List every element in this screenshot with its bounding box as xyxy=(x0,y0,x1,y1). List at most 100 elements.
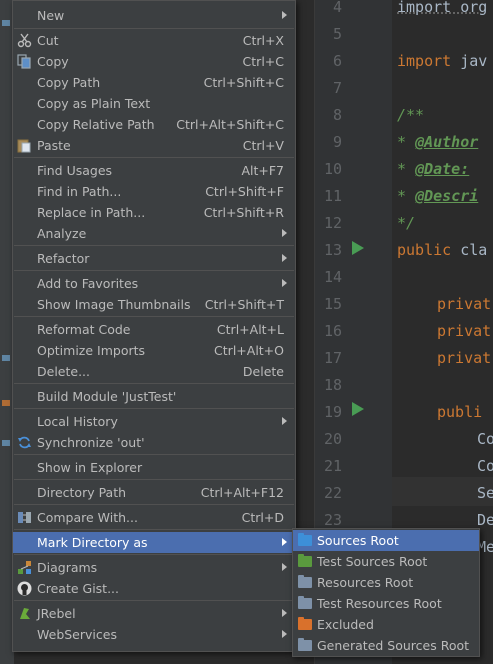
menu-item-diagrams[interactable]: Diagrams xyxy=(13,557,295,578)
tree-marker xyxy=(2,355,10,361)
menu-item-synchronize[interactable]: Synchronize 'out' xyxy=(13,432,295,453)
menu-item-label: Delete... xyxy=(37,364,90,379)
menu-item-show-in-explorer[interactable]: Show in Explorer xyxy=(13,457,295,478)
tree-marker xyxy=(2,20,10,26)
line-number: 5 xyxy=(332,25,342,43)
code-keyword: import xyxy=(397,52,452,70)
submenu-arrow-icon xyxy=(282,279,287,287)
menu-item-reformat-code[interactable]: Reformat Code Ctrl+Alt+L xyxy=(13,319,295,340)
menu-item-label: Copy Relative Path xyxy=(37,117,155,132)
menu-item-shortcut: Ctrl+Shift+C xyxy=(203,75,284,90)
menu-separator xyxy=(14,28,294,29)
menu-item-label: Reformat Code xyxy=(37,322,131,337)
menu-item-replace-in-path[interactable]: Replace in Path... Ctrl+Shift+R xyxy=(13,202,295,223)
menu-item-copy-relative-path[interactable]: Copy Relative Path Ctrl+Alt+Shift+C xyxy=(13,114,295,135)
tree-marker xyxy=(2,440,10,446)
menu-separator xyxy=(14,408,294,409)
menu-item-label: Replace in Path... xyxy=(37,205,146,220)
line-number: 12 xyxy=(323,214,342,232)
menu-item-paste[interactable]: Paste Ctrl+V xyxy=(13,135,295,156)
submenu-item-test-sources-root[interactable]: Test Sources Root xyxy=(293,551,479,572)
menu-item-shortcut: Ctrl+Shift+T xyxy=(204,297,284,312)
menu-item-refactor[interactable]: Refactor xyxy=(13,248,295,269)
menu-item-webservices[interactable]: WebServices xyxy=(13,624,295,645)
diagram-icon xyxy=(17,560,32,575)
submenu-item-generated-sources-root[interactable]: Generated Sources Root xyxy=(293,635,479,656)
submenu-item-label: Generated Sources Root xyxy=(317,638,470,653)
sync-icon xyxy=(17,435,32,450)
submenu-item-sources-root[interactable]: Sources Root xyxy=(293,530,479,551)
menu-item-delete[interactable]: Delete... Delete xyxy=(13,361,295,382)
code-line: /** xyxy=(397,106,425,124)
code-doc-tag: @Descri xyxy=(415,187,479,205)
code-text: jav xyxy=(451,52,488,70)
line-number: 7 xyxy=(332,79,342,97)
menu-item-build-module[interactable]: Build Module 'JustTest' xyxy=(13,386,295,407)
menu-item-add-to-favorites[interactable]: Add to Favorites xyxy=(13,273,295,294)
menu-item-copy-plain-text[interactable]: Copy as Plain Text xyxy=(13,93,295,114)
test-sources-folder-icon xyxy=(298,554,312,567)
sources-folder-icon xyxy=(298,533,312,546)
menu-item-analyze[interactable]: Analyze xyxy=(13,223,295,244)
code-line: * @Descri xyxy=(397,187,478,205)
menu-item-show-image-thumbnails[interactable]: Show Image Thumbnails Ctrl+Shift+T xyxy=(13,294,295,315)
submenu-item-label: Sources Root xyxy=(317,533,399,548)
menu-item-shortcut: Ctrl+Shift+F xyxy=(205,184,284,199)
paste-icon xyxy=(17,138,32,153)
code-comment: * xyxy=(397,133,416,151)
menu-separator xyxy=(14,383,294,384)
compare-icon xyxy=(17,510,32,525)
menu-item-mark-directory-as[interactable]: Mark Directory as xyxy=(13,532,295,553)
github-icon xyxy=(17,581,32,596)
menu-separator xyxy=(14,600,294,601)
menu-item-label: Diagrams xyxy=(37,560,98,575)
submenu-item-label: Test Sources Root xyxy=(317,554,428,569)
menu-separator xyxy=(14,479,294,480)
menu-item-find-in-path[interactable]: Find in Path... Ctrl+Shift+F xyxy=(13,181,295,202)
menu-item-create-gist[interactable]: Create Gist... xyxy=(13,578,295,599)
run-gutter-icon[interactable] xyxy=(352,241,364,255)
code-line: */ xyxy=(397,214,416,232)
tree-marker xyxy=(2,400,10,406)
submenu-item-test-resources-root[interactable]: Test Resources Root xyxy=(293,593,479,614)
menu-item-label: New xyxy=(37,8,65,23)
menu-item-optimize-imports[interactable]: Optimize Imports Ctrl+Alt+O xyxy=(13,340,295,361)
menu-item-shortcut: Ctrl+X xyxy=(242,33,284,48)
menu-item-shortcut: Delete xyxy=(242,364,284,379)
copy-icon xyxy=(17,54,32,69)
code-line: privat xyxy=(437,349,492,367)
menu-separator xyxy=(14,554,294,555)
menu-item-compare-with[interactable]: Compare With... Ctrl+D xyxy=(13,507,295,528)
menu-item-label: Find Usages xyxy=(37,163,113,178)
menu-item-cut[interactable]: Cut Ctrl+X xyxy=(13,30,295,51)
submenu-item-label: Excluded xyxy=(317,617,374,632)
line-number: 14 xyxy=(323,268,342,286)
submenu-item-excluded[interactable]: Excluded xyxy=(293,614,479,635)
code-line: Co xyxy=(477,430,493,448)
line-number: 11 xyxy=(323,187,342,205)
submenu-item-resources-root[interactable]: Resources Root xyxy=(293,572,479,593)
menu-item-shortcut: Ctrl+D xyxy=(241,510,284,525)
menu-item-label: Copy Path xyxy=(37,75,101,90)
menu-item-new[interactable]: New xyxy=(13,5,295,26)
menu-item-jrebel[interactable]: JRebel xyxy=(13,603,295,624)
line-number: 19 xyxy=(323,403,342,421)
line-number: 23 xyxy=(323,511,342,529)
submenu-item-label: Resources Root xyxy=(317,575,414,590)
submenu-arrow-icon xyxy=(282,609,287,617)
line-number: 13 xyxy=(323,241,342,259)
code-comment: * xyxy=(397,187,416,205)
menu-item-copy[interactable]: Copy Ctrl+C xyxy=(13,51,295,72)
code-line: import jav xyxy=(397,52,487,70)
menu-separator xyxy=(14,316,294,317)
jrebel-icon xyxy=(17,606,32,621)
code-line: import org xyxy=(397,0,488,16)
menu-item-local-history[interactable]: Local History xyxy=(13,411,295,432)
code-line: * @Date: xyxy=(397,160,469,178)
menu-item-directory-path[interactable]: Directory Path Ctrl+Alt+F12 xyxy=(13,482,295,503)
code-doc-tag: @Date: xyxy=(415,160,470,178)
menu-item-copy-path[interactable]: Copy Path Ctrl+Shift+C xyxy=(13,72,295,93)
menu-item-label: Build Module 'JustTest' xyxy=(37,389,177,404)
menu-item-find-usages[interactable]: Find Usages Alt+F7 xyxy=(13,160,295,181)
run-gutter-icon[interactable] xyxy=(352,402,364,416)
